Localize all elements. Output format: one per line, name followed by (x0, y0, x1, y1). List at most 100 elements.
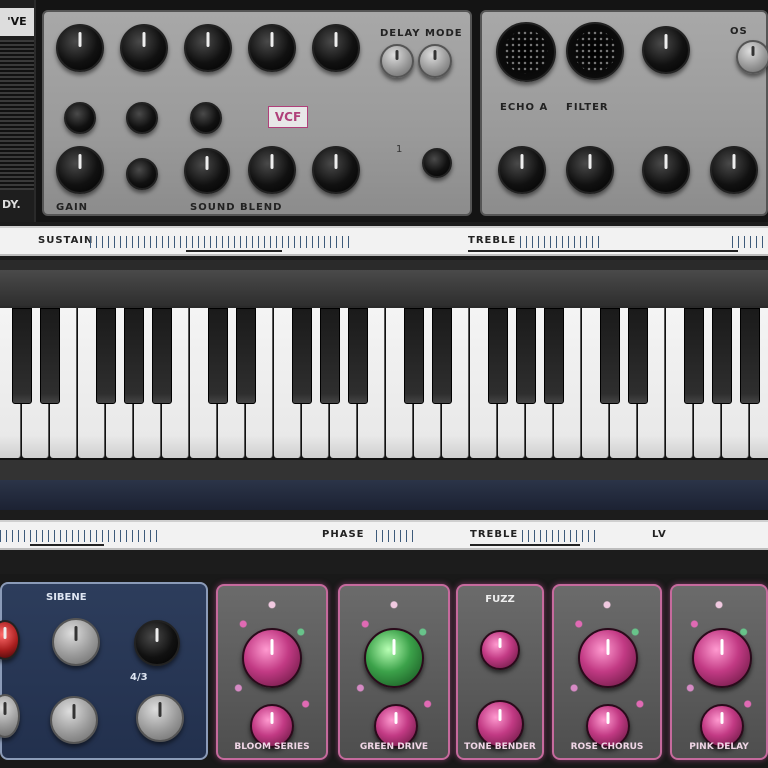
black-key[interactable] (684, 308, 704, 404)
pedal-label: PINK DELAY (689, 742, 749, 752)
label-strip-bottom: PHASE TREBLE LV (0, 520, 768, 550)
keyboard-top-rail (0, 270, 768, 306)
white-knob[interactable] (52, 618, 100, 666)
white-knob[interactable] (136, 694, 184, 742)
pedal-knob[interactable] (242, 628, 302, 688)
black-key[interactable] (348, 308, 368, 404)
treble-label-bottom: TREBLE (470, 529, 519, 540)
sustain-label: SUSTAIN (38, 235, 94, 246)
pedal-label: BLOOM SERIES (234, 742, 310, 752)
small-knob[interactable] (190, 102, 222, 134)
small-knob[interactable] (422, 148, 452, 178)
black-key[interactable] (516, 308, 536, 404)
black-key[interactable] (40, 308, 60, 404)
knob-value-label: 4/3 (130, 672, 148, 683)
gain-label: GAIN (56, 202, 89, 213)
scale-marks (732, 236, 768, 248)
black-key[interactable] (600, 308, 620, 404)
knob[interactable] (120, 24, 168, 72)
knob[interactable] (184, 24, 232, 72)
scale-line (30, 544, 104, 546)
side-speaker: 'VE DY. (0, 0, 36, 222)
top-control-panel: 'VE DY. DELAY MODE VCF 1 GAIN SOUND BLEN… (0, 0, 768, 222)
scale-marks (522, 530, 600, 542)
white-knob[interactable] (50, 696, 98, 744)
knob[interactable] (710, 146, 758, 194)
module-header-label: DELAY MODE (380, 28, 463, 39)
phase-label: PHASE (322, 529, 365, 540)
black-key[interactable] (404, 308, 424, 404)
knob[interactable] (566, 146, 614, 194)
right-header-label: OS (730, 26, 748, 37)
black-key[interactable] (236, 308, 256, 404)
knob[interactable] (642, 146, 690, 194)
effect-pedal[interactable]: BLOOM SERIES (216, 584, 328, 760)
blue-module-title: SIBENE (46, 592, 87, 603)
black-key[interactable] (96, 308, 116, 404)
small-knob[interactable] (126, 158, 158, 190)
scale-line (470, 544, 580, 546)
effect-pedal[interactable]: ROSE CHORUS (552, 584, 662, 760)
filter-label: FILTER (566, 102, 609, 113)
speaker-text: DY. (2, 198, 21, 211)
keys-bed (0, 308, 768, 460)
speaker-badge: 'VE (0, 8, 34, 36)
black-key[interactable] (712, 308, 732, 404)
knob[interactable] (248, 146, 296, 194)
black-key[interactable] (292, 308, 312, 404)
left-synth-module: DELAY MODE VCF 1 GAIN SOUND BLEND (42, 10, 472, 216)
small-knob[interactable] (64, 102, 96, 134)
knob[interactable] (312, 146, 360, 194)
knob[interactable] (56, 24, 104, 72)
small-knob[interactable] (126, 102, 158, 134)
lv-label: LV (652, 529, 667, 540)
effect-pedal[interactable]: GREEN DRIVE (338, 584, 450, 760)
slider-knob[interactable] (380, 44, 414, 78)
pedal-knob[interactable] (476, 700, 524, 748)
black-key[interactable] (208, 308, 228, 404)
pedal-knob[interactable] (480, 630, 520, 670)
pedal-label: ROSE CHORUS (570, 742, 644, 752)
black-key[interactable] (544, 308, 564, 404)
keyboard-front-rail (0, 480, 768, 510)
effect-pedal[interactable]: PINK DELAY (670, 584, 768, 760)
pedal-knob[interactable] (578, 628, 638, 688)
speaker-grille (0, 40, 34, 190)
pedal-knob-green[interactable] (364, 628, 424, 688)
tick-mark: 1 (396, 144, 403, 155)
black-knob[interactable] (134, 620, 180, 666)
black-key[interactable] (320, 308, 340, 404)
knob[interactable] (642, 26, 690, 74)
knob[interactable] (184, 148, 230, 194)
scale-marks (376, 530, 416, 542)
pedal-label: TONE BENDER (464, 742, 536, 752)
effect-pedal[interactable]: FUZZ TONE BENDER (456, 584, 544, 760)
echo-label: ECHO A (500, 102, 549, 113)
white-knob[interactable] (0, 694, 20, 738)
black-key[interactable] (12, 308, 32, 404)
dotted-knob[interactable] (496, 22, 556, 82)
knob[interactable] (312, 24, 360, 72)
treble-label: TREBLE (468, 235, 517, 246)
knob[interactable] (56, 146, 104, 194)
knob[interactable] (248, 24, 296, 72)
keyboard (0, 260, 768, 510)
scale-marks (520, 236, 600, 248)
black-key[interactable] (628, 308, 648, 404)
black-key[interactable] (152, 308, 172, 404)
black-key[interactable] (432, 308, 452, 404)
slider-knob[interactable] (736, 40, 768, 74)
pedal-knob[interactable] (692, 628, 752, 688)
sound-blend-label: SOUND BLEND (190, 202, 283, 213)
scale-marks (90, 236, 350, 248)
dotted-knob[interactable] (566, 22, 624, 80)
scale-line (468, 250, 738, 252)
right-synth-module: OS ECHO A FILTER (480, 10, 768, 216)
knob[interactable] (498, 146, 546, 194)
black-key[interactable] (740, 308, 760, 404)
keyboard-bottom-rail (0, 460, 768, 480)
black-key[interactable] (488, 308, 508, 404)
red-knob[interactable] (0, 620, 20, 660)
black-key[interactable] (124, 308, 144, 404)
slider-knob[interactable] (418, 44, 452, 78)
